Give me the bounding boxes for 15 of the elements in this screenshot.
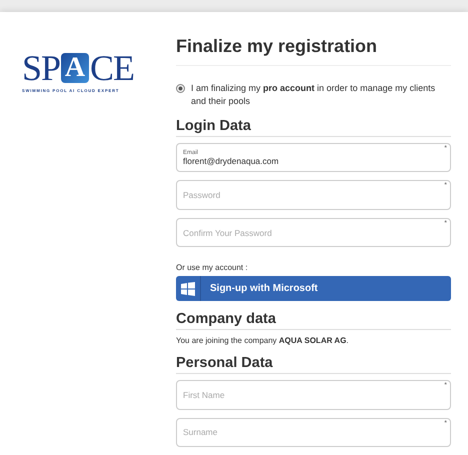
radio-button[interactable] xyxy=(176,84,185,93)
section-heading: Personal Data xyxy=(176,355,451,374)
radio-label: I am finalizing my pro account in order to manage my clients and their pools xyxy=(191,82,436,108)
windows-icon xyxy=(181,282,195,296)
page-title: Finalize my registration xyxy=(176,36,451,66)
section-heading: Company data xyxy=(176,311,451,330)
field-text[interactable]: First Name xyxy=(183,390,444,400)
field-text[interactable]: Password xyxy=(183,190,444,200)
section-heading: Login Data xyxy=(176,118,451,137)
company-text: You are joining the company AQUA SOLAR AG. xyxy=(176,336,350,346)
field-text[interactable]: Confirm Your Password xyxy=(183,228,444,238)
field-text[interactable]: Surname xyxy=(183,427,444,438)
alt-login-caption: Or use my account : xyxy=(176,263,249,272)
microsoft-signup-button[interactable]: Sign-up with Microsoft xyxy=(176,276,451,302)
field-text[interactable]: florent@drydenaqua.com xyxy=(183,156,444,166)
